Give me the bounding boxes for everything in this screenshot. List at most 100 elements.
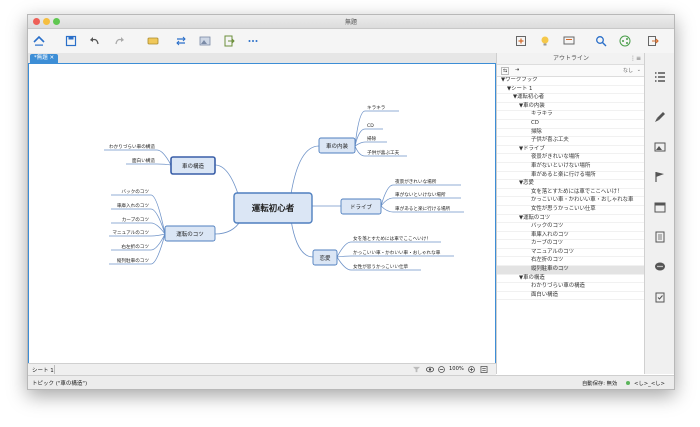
more-button[interactable] (246, 34, 260, 48)
leaf-topic[interactable]: 子供が喜ぶ工夫 (367, 149, 400, 156)
topic-style-button[interactable] (146, 34, 160, 48)
leaf-topic[interactable]: 縦列駐車のコツ (117, 257, 150, 264)
document-arrow-icon (224, 35, 235, 47)
leaf-topic[interactable]: わかりづらい車の構造 (109, 143, 155, 150)
leaf-topic[interactable]: 女性が思うかっこいい仕草 (353, 263, 409, 270)
relationship-button[interactable] (174, 34, 188, 48)
document-panel-button[interactable] (654, 231, 666, 243)
zoom-level: 100% (449, 366, 464, 372)
leaf-topic[interactable]: 女を落とすためには車でここへいけ！ (353, 235, 431, 242)
connector-love (290, 219, 314, 258)
outline-row[interactable]: わかりづらい車の構造 (497, 283, 645, 292)
redo-icon (115, 37, 124, 45)
outline-row[interactable]: バックのコツ (497, 223, 645, 232)
app-window: 無題 *無題 ✕ 運転初心者 車の内装 ドライブ 恋愛 車の構造 運転のコツ キ… (27, 14, 675, 390)
zoom-in-icon[interactable] (468, 366, 475, 373)
outline-row[interactable]: 車庫入れのコツ (497, 232, 645, 241)
outline-row[interactable]: ▼運転初心者 (497, 94, 645, 103)
outline-row[interactable]: カーブのコツ (497, 240, 645, 249)
list-icon (655, 72, 665, 82)
leaf-topic[interactable]: 車があると楽に行ける場所 (395, 205, 451, 212)
image-button[interactable] (198, 34, 212, 48)
outline-row[interactable]: 車がないといけない場所 (497, 163, 645, 172)
outline-row[interactable]: マニュアルのコツ (497, 249, 645, 258)
outline-row[interactable]: キラキラ (497, 111, 645, 120)
picture-icon (654, 142, 666, 152)
leaf-topic[interactable]: 車庫入れのコツ (117, 202, 150, 209)
insert-topic-button[interactable] (514, 34, 528, 48)
fit-map-icon[interactable] (480, 366, 488, 373)
export-button[interactable] (646, 34, 660, 48)
outline-sort-select[interactable]: なし (623, 67, 633, 74)
idea-button[interactable] (538, 34, 552, 48)
eye-icon[interactable] (426, 366, 434, 373)
leaf-topic[interactable]: マニュアルのコツ (112, 230, 149, 236)
undo-icon (90, 37, 99, 45)
leaf-topic[interactable]: CD (367, 123, 374, 129)
leaf-topic[interactable]: カーブのコツ (122, 216, 150, 223)
outline-row[interactable]: ▼車の構造 (497, 275, 645, 284)
presentation-button[interactable] (562, 34, 576, 48)
leaf-topic[interactable]: バックのコツ (121, 189, 149, 195)
comments-panel-button[interactable] (654, 261, 666, 273)
outline-row[interactable]: 女性が思うかっこいい仕草 (497, 206, 645, 215)
topic-driving-tips-label: 運転のコツ (176, 231, 204, 238)
leaf-topic[interactable]: 面白い構造 (132, 157, 155, 164)
undo-button[interactable] (88, 34, 102, 48)
leaf-topic[interactable]: 車がないといけない場所 (395, 191, 446, 198)
relationship-icon (176, 36, 186, 46)
format-panel-button[interactable] (654, 111, 666, 123)
save-button[interactable] (64, 34, 78, 48)
sheet-tab[interactable]: シート 1 (32, 366, 54, 374)
task-panel-button[interactable] (654, 291, 666, 303)
mindmap-canvas[interactable]: 運転初心者 車の内装 ドライブ 恋愛 車の構造 運転のコツ キラキラ CD 掃除… (28, 63, 496, 364)
share-button[interactable] (618, 34, 632, 48)
chevron-down-icon[interactable]: ⌄ (637, 67, 641, 73)
outline-menu-icon[interactable]: ⋮≡ (630, 53, 641, 64)
outline-tree[interactable]: ▼ワークブック ▼シート 1 ▼運転初心者 ▼車の内装 キラキラ CD 掃除 子供が喜ぶ工夫 ▼… (497, 77, 645, 301)
redo-button[interactable] (112, 34, 126, 48)
sheet-bar: シート 1 100% (28, 363, 496, 375)
outline-row[interactable]: ▼シート 1 (497, 86, 645, 95)
toolbar (28, 29, 674, 54)
leaf-labels: キラキラ CD 掃除 子供が喜ぶ工夫 夜景がきれいな場所 車がないといけない場所… (109, 105, 450, 270)
connector-structure (214, 164, 240, 198)
outline-row[interactable]: 面白い構造 (497, 292, 645, 301)
outline-row[interactable]: 掃除 (497, 129, 645, 138)
topic-style-icon (147, 37, 159, 45)
mindmap-diagram[interactable]: 運転初心者 車の内装 ドライブ 恋愛 車の構造 運転のコツ キラキラ CD 掃除… (29, 64, 495, 363)
leaf-topic[interactable]: 夜景がきれいな場所 (395, 178, 437, 185)
search-button[interactable] (594, 34, 608, 48)
outline-panel-button[interactable] (654, 71, 666, 83)
outline-row[interactable]: ▼恋愛 (497, 180, 645, 189)
autosave-status[interactable]: 自動保存: 無効 (582, 379, 617, 387)
outline-row[interactable]: 子供が喜ぶ工夫 (497, 137, 645, 146)
filter-icon[interactable] (413, 366, 420, 373)
outline-view-toggle-icon[interactable]: ⇆ (501, 67, 510, 75)
notes-panel-button[interactable] (654, 201, 666, 213)
marker-panel-button[interactable] (654, 171, 666, 183)
outline-row[interactable]: CD (497, 120, 645, 129)
outline-row[interactable]: ▼ワークブック (497, 77, 645, 86)
tab-untitled[interactable]: *無題 ✕ (30, 54, 59, 63)
zoom-out-icon[interactable] (438, 366, 445, 373)
window-title: 無題 (344, 19, 357, 26)
outline-row[interactable]: 夜景がきれいな場所 (497, 154, 645, 163)
status-selection: トピック ("車の構造") (32, 381, 88, 387)
outline-row[interactable]: ▼運転のコツ (497, 215, 645, 224)
home-button[interactable] (32, 34, 46, 48)
leaf-topic[interactable]: 掃除 (367, 135, 377, 142)
outline-row[interactable]: かっこいい車・かわいい車・おしゃれな車 (497, 197, 645, 206)
leaf-topic[interactable]: かっこいい車・かわいい車・おしゃれな車 (353, 249, 441, 256)
outline-row[interactable]: 縦列駐車のコツ (497, 266, 645, 275)
leaf-topic[interactable]: 右左折のコツ (121, 243, 149, 250)
leaf-topic[interactable]: キラキラ (367, 105, 386, 111)
outline-row[interactable]: ▼車の内装 (497, 103, 645, 112)
user-label[interactable]: <し>_<し> (634, 379, 665, 387)
image-panel-button[interactable] (654, 141, 666, 153)
outline-row[interactable]: 右左折のコツ (497, 257, 645, 267)
outline-export-button[interactable] (222, 34, 236, 48)
outline-row[interactable]: 車があると楽に行ける場所 (497, 172, 645, 181)
outline-jump-icon[interactable]: ⇥ (515, 67, 519, 73)
title-bar: 無題 (28, 15, 674, 29)
